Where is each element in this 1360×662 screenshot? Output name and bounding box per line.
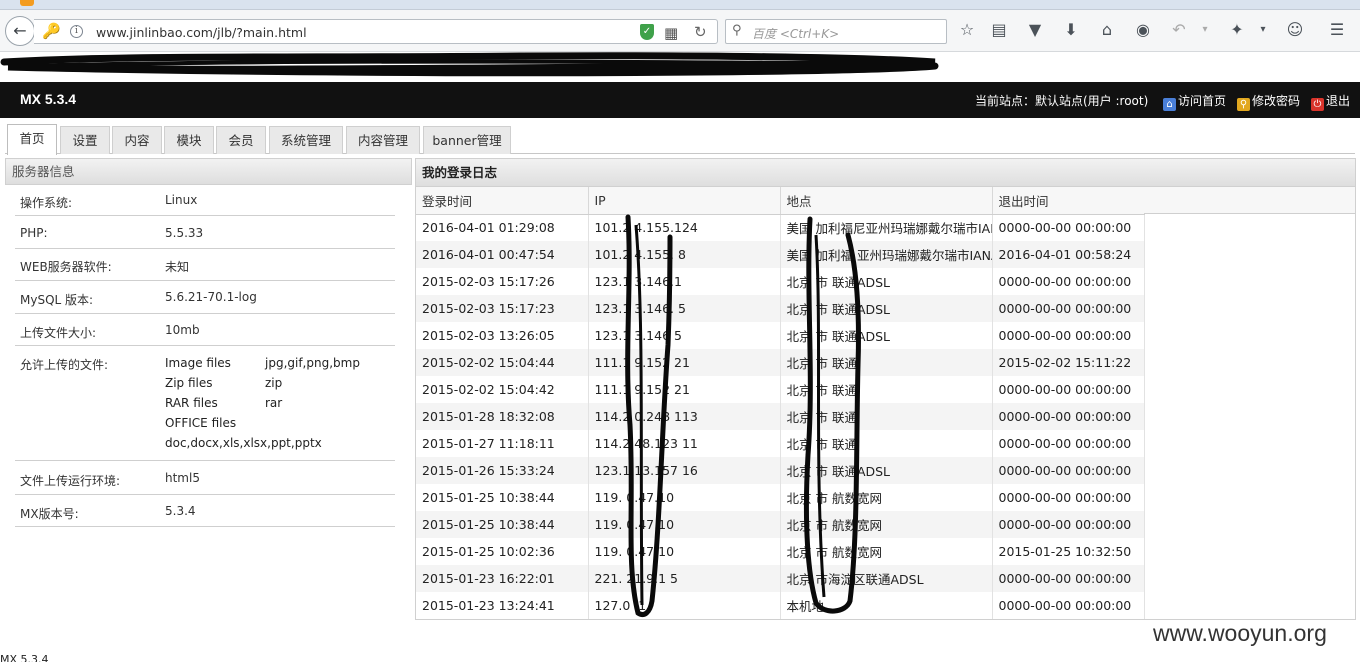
login-time-cell: 2015-01-26 15:33:24 <box>416 457 589 484</box>
key-icon: ⚲ <box>1237 98 1250 111</box>
upload-size-row: 上传文件大小: 10mb <box>15 314 395 346</box>
undo-icon[interactable]: ↶ <box>1168 19 1190 41</box>
logout-time-cell: 0000-00-00 00:00:00 <box>992 322 1145 349</box>
logout-time-cell: 0000-00-00 00:00:00 <box>992 430 1145 457</box>
login-time-cell: 2015-02-02 15:04:42 <box>416 376 589 403</box>
wooyun-watermark: www.wooyun.org <box>1153 620 1327 646</box>
login-time-cell: 2015-01-25 10:02:36 <box>416 538 589 565</box>
logout-time-cell: 0000-00-00 00:00:00 <box>992 214 1145 241</box>
redaction-scribble <box>0 52 939 77</box>
column-header-login-time: 登录时间 <box>416 187 589 215</box>
logout-time-cell: 0000-00-00 00:00:00 <box>992 376 1145 403</box>
change-password-link[interactable]: ⚲ 修改密码 <box>1237 92 1300 111</box>
os-row: 操作系统: Linux <box>15 186 395 216</box>
tab-modules[interactable]: 模块 <box>164 126 214 154</box>
browser-tab-strip <box>0 0 1360 10</box>
logout-time-cell: 2016-04-01 00:58:24 <box>992 241 1145 268</box>
login-log-panel: 我的登录日志 登录时间 IP 地点 退出时间 2016-04-01 01:29:… <box>415 158 1356 620</box>
star-icon[interactable]: ☆ <box>956 19 978 41</box>
status-bar-text: MX 5.3.4 <box>0 653 49 662</box>
undo-dropdown-icon[interactable]: ▾ <box>1194 19 1216 41</box>
visit-home-link[interactable]: ⌂ 访问首页 <box>1163 92 1226 111</box>
info-icon[interactable]: i <box>70 25 83 38</box>
smiley-icon[interactable]: ☺ <box>1284 19 1306 41</box>
tab-banner-management[interactable]: banner管理 <box>423 126 511 154</box>
server-info-panel: 服务器信息 操作系统: Linux PHP: 5.5.33 WEB服务器软件: … <box>5 158 412 620</box>
login-time-cell: 2015-01-23 13:24:41 <box>416 592 589 619</box>
qrcode-icon[interactable]: ▦ <box>664 24 678 42</box>
column-header-logout-time: 退出时间 <box>992 187 1145 215</box>
crop-icon[interactable]: ✦ <box>1226 19 1248 41</box>
logout-time-cell: 0000-00-00 00:00:00 <box>992 565 1145 592</box>
reload-icon[interactable]: ↻ <box>694 23 707 41</box>
logout-time-cell: 0000-00-00 00:00:00 <box>992 511 1145 538</box>
tab-home[interactable]: 首页 <box>7 124 57 155</box>
logout-time-cell: 0000-00-00 00:00:00 <box>992 592 1145 619</box>
table-header-filler <box>1144 187 1355 214</box>
login-time-cell: 2015-01-25 10:38:44 <box>416 484 589 511</box>
power-icon: ⏻ <box>1311 98 1324 111</box>
crop-dropdown-icon[interactable]: ▾ <box>1252 19 1274 41</box>
php-row: PHP: 5.5.33 <box>15 216 395 249</box>
logout-time-cell: 0000-00-00 00:00:00 <box>992 403 1145 430</box>
login-time-cell: 2015-01-25 10:38:44 <box>416 511 589 538</box>
app-header: MX 5.3.4 当前站点：默认站点(用户 :root) ⌂ 访问首页 ⚲ 修改密码… <box>0 82 1360 118</box>
chat-icon[interactable]: ◉ <box>1132 19 1154 41</box>
web-server-row: WEB服务器软件: 未知 <box>15 249 395 281</box>
tab-members[interactable]: 会员 <box>216 126 266 154</box>
login-time-cell: 2015-02-03 15:17:23 <box>416 295 589 322</box>
logout-time-cell: 0000-00-00 00:00:00 <box>992 268 1145 295</box>
home-icon[interactable]: ⌂ <box>1096 19 1118 41</box>
login-time-cell: 2015-01-28 18:32:08 <box>416 403 589 430</box>
logout-time-cell: 0000-00-00 00:00:00 <box>992 484 1145 511</box>
redaction-scribble <box>625 214 862 617</box>
allowed-files-row: 允许上传的文件: Image files jpg,gif,png,bmp Zip … <box>15 346 395 461</box>
mx-version-row: MX版本号: 5.3.4 <box>15 495 395 527</box>
firefox-tab-icon <box>20 0 34 6</box>
pocket-icon[interactable]: ▼ <box>1024 19 1046 41</box>
back-arrow-icon[interactable]: ← <box>5 16 35 46</box>
login-time-cell: 2016-04-01 00:47:54 <box>416 241 589 268</box>
browser-toolbar: ← 🔑 i www.jinlinbao.com/jlb/?main.html ✓… <box>0 10 1360 52</box>
shield-icon[interactable]: ✓ <box>640 24 654 40</box>
logout-time-cell: 0000-00-00 00:00:00 <box>992 295 1145 322</box>
main-tabs: 首页 设置 内容 模块 会员 系统管理 内容管理 banner管理 <box>5 124 1355 155</box>
tab-system-management[interactable]: 系统管理 <box>269 126 343 154</box>
url-text[interactable]: www.jinlinbao.com/jlb/?main.html <box>96 25 307 40</box>
login-time-cell: 2015-02-03 15:17:26 <box>416 268 589 295</box>
logout-time-cell: 0000-00-00 00:00:00 <box>992 457 1145 484</box>
login-time-cell: 2015-01-23 16:22:01 <box>416 565 589 592</box>
login-time-cell: 2015-02-02 15:04:44 <box>416 349 589 376</box>
server-info-heading: 服务器信息 <box>5 158 412 185</box>
mysql-row: MySQL 版本: 5.6.21-70.1-log <box>15 281 395 314</box>
search-icon: ⚲ <box>732 23 742 38</box>
app-title: MX 5.3.4 <box>20 91 77 107</box>
login-time-cell: 2015-02-03 13:26:05 <box>416 322 589 349</box>
login-log-heading: 我的登录日志 <box>416 159 1355 187</box>
login-time-cell: 2015-01-27 11:18:11 <box>416 430 589 457</box>
reading-list-icon[interactable]: ▤ <box>988 19 1010 41</box>
download-icon[interactable]: ⬇ <box>1060 19 1082 41</box>
search-placeholder: 百度 <Ctrl+K> <box>752 27 840 41</box>
logout-time-cell: 2015-01-25 10:32:50 <box>992 538 1145 565</box>
tab-content-management[interactable]: 内容管理 <box>346 126 420 154</box>
address-bar[interactable]: 🔑 i www.jinlinbao.com/jlb/?main.html ✓ ▦… <box>34 19 718 44</box>
key-icon[interactable]: 🔑 <box>42 22 61 40</box>
logout-time-cell: 2015-02-02 15:11:22 <box>992 349 1145 376</box>
search-input[interactable]: ⚲ 百度 <Ctrl+K> <box>725 19 947 44</box>
current-site-info: 当前站点：默认站点(用户 :root) <box>975 94 1149 108</box>
house-icon: ⌂ <box>1163 98 1176 111</box>
upload-env-row: 文件上传运行环境: html5 <box>15 461 395 495</box>
logout-link[interactable]: ⏻ 退出 <box>1311 92 1350 111</box>
menu-icon[interactable]: ☰ <box>1326 19 1348 41</box>
login-time-cell: 2016-04-01 01:29:08 <box>416 214 589 241</box>
tab-settings[interactable]: 设置 <box>60 126 110 154</box>
tab-content[interactable]: 内容 <box>112 126 162 154</box>
